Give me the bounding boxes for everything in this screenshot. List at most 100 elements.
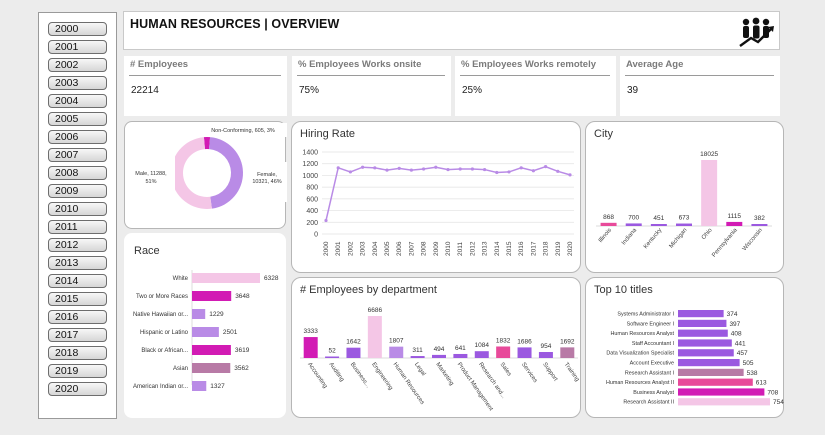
year-filter-button-2003[interactable]: 2003 <box>48 76 107 90</box>
kpi-value: 22214 <box>131 85 159 96</box>
race-bar <box>192 291 232 301</box>
department-bar <box>538 352 553 358</box>
hiring-xtick-label: 2013 <box>482 241 489 256</box>
department-category-label: Services <box>520 362 538 384</box>
year-filter-button-2015[interactable]: 2015 <box>48 292 107 306</box>
hiring-point <box>519 166 523 170</box>
city-value-label: 451 <box>653 215 664 222</box>
year-filter-button-2020[interactable]: 2020 <box>48 382 107 396</box>
kpi-label: % Employees Works remotely <box>461 59 596 70</box>
race-chart-card: Race White 6328 Two or More Races 3648 Nativ… <box>124 233 286 418</box>
page-title: HUMAN RESOURCES | OVERVIEW <box>130 17 340 31</box>
title-category-label: Research Assistant I <box>625 370 674 376</box>
title-value-label: 408 <box>731 331 742 338</box>
hiring-xtick-label: 2020 <box>567 241 574 256</box>
title-value-label: 505 <box>743 360 754 367</box>
hiring-xtick-label: 2000 <box>323 241 330 256</box>
hiring-xtick-label: 2006 <box>396 241 403 256</box>
department-bar <box>303 337 318 358</box>
donut-label-non-conforming: Non-Conforming, 605, 3% <box>211 128 275 134</box>
year-filter-button-2001[interactable]: 2001 <box>48 40 107 54</box>
year-filter-button-2007[interactable]: 2007 <box>48 148 107 162</box>
city-value-label: 673 <box>679 215 690 222</box>
department-bar <box>325 356 340 358</box>
hiring-rate-card: Hiring Rate 0 200 400 600 800 1000 1200 1400 200… <box>291 121 581 273</box>
year-filter-button-2004[interactable]: 2004 <box>48 94 107 108</box>
title-bar <box>678 388 765 396</box>
hiring-point <box>397 166 401 170</box>
city-category-label: Kentucky <box>643 227 663 250</box>
year-filter-button-2005[interactable]: 2005 <box>48 112 107 126</box>
department-value-label: 1807 <box>389 338 404 345</box>
race-value-label: 1229 <box>209 311 224 318</box>
city-category-label: Ohio <box>701 227 714 241</box>
race-bar <box>192 363 231 373</box>
year-filter-button-2002[interactable]: 2002 <box>48 58 107 72</box>
department-bar-chart: 3333 Accounting52 Auditing 1642 Business... 6… <box>300 307 580 412</box>
department-category-label: Accounting <box>306 362 328 390</box>
year-filter-button-2013[interactable]: 2013 <box>48 256 107 270</box>
title-value-label: 441 <box>735 340 746 347</box>
department-chart-card: # Employees by department 3333 Accounting… <box>291 277 581 418</box>
title-category-label: Systems Administrator I <box>617 312 674 318</box>
race-bar <box>192 309 206 319</box>
year-filter-button-2014[interactable]: 2014 <box>48 274 107 288</box>
year-filter-button-2011[interactable]: 2011 <box>48 220 107 234</box>
kpi-value: 39 <box>627 85 639 96</box>
city-value-label: 382 <box>754 215 765 222</box>
year-filter-button-2006[interactable]: 2006 <box>48 130 107 144</box>
donut-label-male-value: 51% <box>145 179 156 185</box>
department-bar <box>367 316 382 358</box>
year-filter-button-2019[interactable]: 2019 <box>48 364 107 378</box>
race-bar-chart: White 6328 Two or More Races 3648 Native Haw… <box>133 270 279 391</box>
department-value-label: 954 <box>540 343 551 350</box>
race-value-label: 6328 <box>264 275 279 282</box>
donut-slice-non-conforming <box>203 137 211 150</box>
hiring-point <box>495 170 499 175</box>
year-filter-button-2008[interactable]: 2008 <box>48 166 107 180</box>
year-filter-button-2000[interactable]: 2000 <box>48 22 107 36</box>
race-category-label: White <box>173 276 189 282</box>
hiring-point <box>458 167 462 171</box>
year-filter-button-2012[interactable]: 2012 <box>48 238 107 252</box>
title-bar <box>678 398 770 406</box>
top-titles-card: Top 10 titles Systems Administrator I 374… <box>585 277 784 418</box>
title-category-label: Staff Accountant I <box>632 341 674 347</box>
title-value-label: 374 <box>727 311 738 318</box>
city-chart-card: City 868 Illinois 700 Indiana 451 Kentucky 673… <box>585 121 784 273</box>
title-value-label: 397 <box>729 321 740 328</box>
year-filter-button-2017[interactable]: 2017 <box>48 328 107 342</box>
department-bar <box>432 354 446 358</box>
hiring-xtick-label: 2001 <box>335 241 342 256</box>
hiring-point <box>409 168 413 172</box>
year-filter-button-2018[interactable]: 2018 <box>48 346 107 360</box>
title-value-label: 708 <box>767 389 778 396</box>
race-value-label: 3562 <box>234 365 249 372</box>
hiring-point <box>422 167 426 171</box>
race-bar <box>192 381 207 391</box>
kpi-label: # Employees <box>130 59 189 70</box>
hiring-point <box>470 167 474 171</box>
title-bar <box>678 378 753 386</box>
hiring-xtick-label: 2010 <box>445 241 452 256</box>
department-value-label: 3333 <box>303 328 318 335</box>
kpi-card-employees: # Employees 22214 <box>124 56 287 116</box>
year-filter-button-2010[interactable]: 2010 <box>48 202 107 216</box>
race-value-label: 3619 <box>235 347 250 354</box>
title-bar <box>678 310 724 318</box>
title-category-label: Human Resources Analyst II <box>606 380 674 386</box>
title-category-label: Human Resources Analyst <box>610 331 674 337</box>
hiring-xtick-label: 2003 <box>360 241 367 256</box>
title-category-label: Software Engineer I <box>627 321 674 327</box>
title-value-label: 754 <box>773 399 784 406</box>
year-filter-button-2009[interactable]: 2009 <box>48 184 107 198</box>
title-bar: HUMAN RESOURCES | OVERVIEW <box>123 11 780 50</box>
team-growth-icon <box>739 17 774 47</box>
year-filter-button-2016[interactable]: 2016 <box>48 310 107 324</box>
city-category-label: Pennsylvania <box>711 227 739 259</box>
city-bar <box>726 221 743 226</box>
hiring-ytick-label: 800 <box>306 185 318 192</box>
department-bar <box>346 347 361 358</box>
race-category-label: Native Hawaiian or... <box>133 312 188 318</box>
department-category-label: Marketing <box>434 362 454 387</box>
